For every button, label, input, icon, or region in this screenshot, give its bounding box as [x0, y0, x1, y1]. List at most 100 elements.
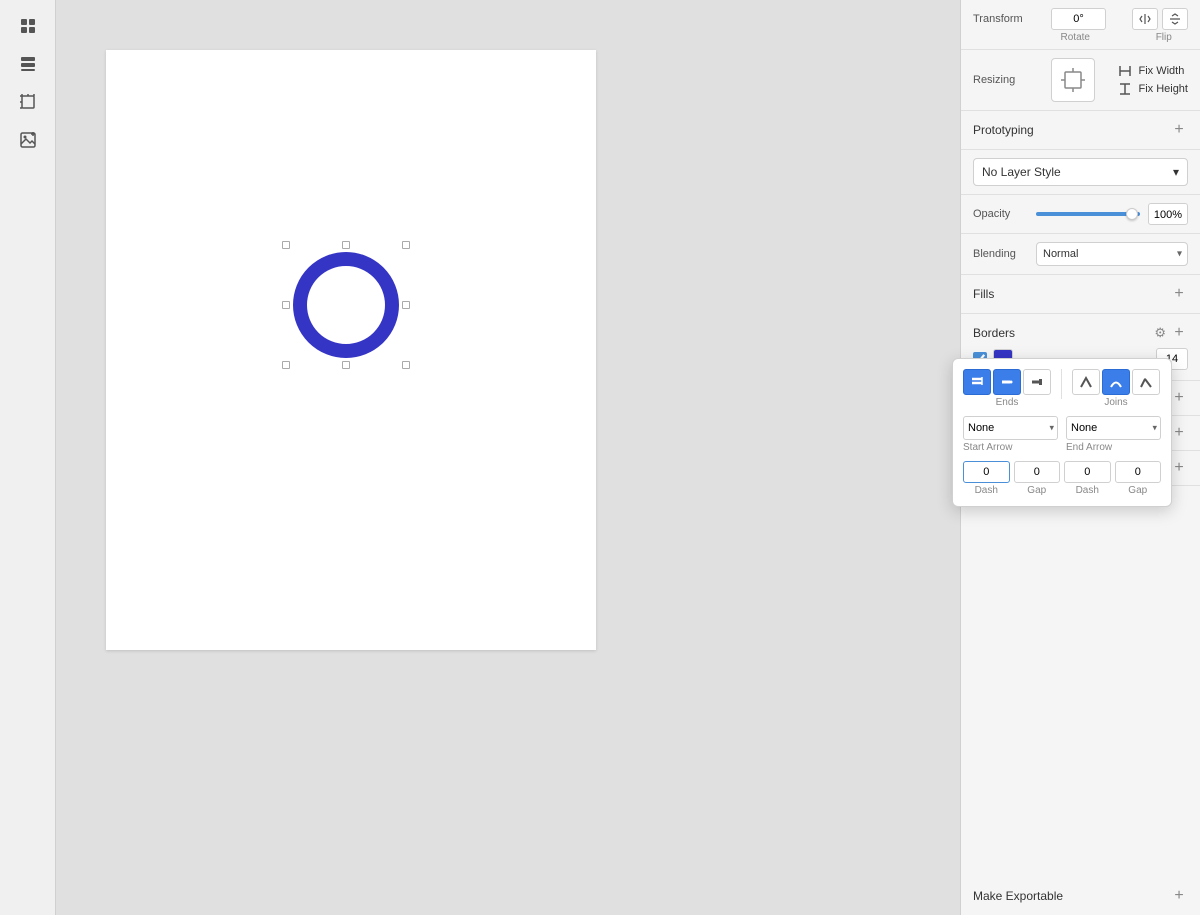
- layer-style-value: No Layer Style: [982, 165, 1061, 179]
- handle-top-left[interactable]: [282, 241, 290, 249]
- handle-bottom-right[interactable]: [402, 361, 410, 369]
- blending-select[interactable]: Normal Darken Multiply Lighten Screen Ov…: [1036, 242, 1188, 266]
- end-arrow-wrap: None Arrow Open Arrow Circle ▾: [1066, 416, 1161, 440]
- gaussian-add-button[interactable]: +: [1170, 459, 1188, 477]
- dash2-label: Dash: [1064, 485, 1111, 496]
- handle-top-center[interactable]: [342, 241, 350, 249]
- start-arrow-label: Start Arrow: [963, 442, 1058, 453]
- gap2-input[interactable]: [1115, 461, 1162, 483]
- grid-2x2-button[interactable]: [10, 8, 46, 44]
- opacity-slider[interactable]: [1036, 212, 1140, 216]
- prototyping-add-button[interactable]: +: [1170, 121, 1188, 139]
- flip-horizontal-button[interactable]: [1132, 8, 1158, 30]
- blending-label: Blending: [973, 248, 1028, 260]
- end-arrow-label: End Arrow: [1066, 442, 1161, 453]
- opacity-thumb: [1126, 208, 1138, 220]
- ends-label: Ends: [963, 397, 1051, 408]
- circle-shape[interactable]: [286, 245, 406, 365]
- round-join-button[interactable]: [1102, 369, 1130, 395]
- dash1-group: Dash: [963, 461, 1010, 496]
- gap1-label: Gap: [1014, 485, 1061, 496]
- blending-section: Blending Normal Darken Multiply Lighten …: [961, 234, 1200, 275]
- fills-title: Fills: [973, 287, 994, 301]
- layer-style-section: No Layer Style ▾: [961, 150, 1200, 195]
- handle-middle-right[interactable]: [402, 301, 410, 309]
- miter-join-button[interactable]: [1072, 369, 1100, 395]
- transform-section: Transform Rotate Flip: [961, 0, 1200, 50]
- exportable-title: Make Exportable: [973, 889, 1063, 903]
- ends-joins-container: Ends: [963, 369, 1161, 408]
- ends-group: Ends: [963, 369, 1051, 408]
- group-divider: [1061, 369, 1062, 399]
- shadows-add-button[interactable]: +: [1170, 389, 1188, 407]
- round-cap-button[interactable]: [993, 369, 1021, 395]
- borders-gear-button[interactable]: ⚙: [1154, 325, 1166, 341]
- fills-add-button[interactable]: +: [1170, 285, 1188, 303]
- bevel-join-button[interactable]: [1132, 369, 1160, 395]
- dash2-group: Dash: [1064, 461, 1111, 496]
- joins-group: Joins: [1072, 369, 1160, 408]
- dash2-input[interactable]: [1064, 461, 1111, 483]
- end-arrow-group: None Arrow Open Arrow Circle ▾ End Arrow: [1066, 416, 1161, 453]
- end-arrow-select[interactable]: None Arrow Open Arrow Circle: [1066, 416, 1161, 440]
- opacity-track: [1036, 212, 1140, 216]
- borders-title: Borders: [973, 326, 1015, 340]
- fix-width-option: Fix Width: [1118, 64, 1188, 78]
- flip-label: Flip: [1140, 32, 1189, 43]
- grid-layout-button[interactable]: [10, 46, 46, 82]
- artboard-button[interactable]: [10, 84, 46, 120]
- start-arrow-wrap: None Arrow Open Arrow Circle ▾: [963, 416, 1058, 440]
- resizing-label: Resizing: [973, 74, 1043, 86]
- fix-height-option: Fix Height: [1118, 82, 1188, 96]
- joins-label: Joins: [1072, 397, 1160, 408]
- resizing-icon: [1051, 58, 1095, 102]
- gap1-group: Gap: [1014, 461, 1061, 496]
- canvas-area[interactable]: [56, 0, 960, 915]
- dash1-input[interactable]: [963, 461, 1010, 483]
- start-arrow-select[interactable]: None Arrow Open Arrow Circle: [963, 416, 1058, 440]
- handle-top-right[interactable]: [402, 241, 410, 249]
- rotate-label: Rotate: [1051, 32, 1100, 43]
- resizing-section: Resizing Fix Width: [961, 50, 1200, 111]
- fix-height-label: Fix Height: [1138, 83, 1188, 95]
- flip-vertical-button[interactable]: [1162, 8, 1188, 30]
- prototyping-title: Prototyping: [973, 123, 1034, 137]
- opacity-section: Opacity 100%: [961, 195, 1200, 234]
- handle-middle-left[interactable]: [282, 301, 290, 309]
- artboard: [106, 50, 596, 650]
- resizing-options: Fix Width Fix Height: [1118, 64, 1188, 96]
- butt-cap-button[interactable]: [963, 369, 991, 395]
- rotate-input[interactable]: [1051, 8, 1106, 30]
- fix-width-label: Fix Width: [1138, 65, 1184, 77]
- joins-buttons: [1072, 369, 1160, 395]
- start-arrow-group: None Arrow Open Arrow Circle ▾ Start Arr…: [963, 416, 1058, 453]
- handle-bottom-center[interactable]: [342, 361, 350, 369]
- handle-bottom-left[interactable]: [282, 361, 290, 369]
- blending-select-wrap: Normal Darken Multiply Lighten Screen Ov…: [1036, 242, 1188, 266]
- exportable-section: Make Exportable +: [961, 877, 1200, 915]
- opacity-label: Opacity: [973, 208, 1028, 220]
- borders-actions: ⚙ +: [1154, 324, 1188, 342]
- ends-buttons: [963, 369, 1051, 395]
- inner-shadows-add-button[interactable]: +: [1170, 424, 1188, 442]
- borders-add-button[interactable]: +: [1170, 324, 1188, 342]
- gap2-group: Gap: [1115, 461, 1162, 496]
- gap2-label: Gap: [1115, 485, 1162, 496]
- transform-label: Transform: [973, 13, 1043, 25]
- dash-gap-row: Dash Gap Dash Gap: [963, 461, 1161, 496]
- arrow-row: None Arrow Open Arrow Circle ▾ Start Arr…: [963, 416, 1161, 453]
- exportable-add-button[interactable]: +: [1170, 887, 1188, 905]
- flip-buttons: [1132, 8, 1188, 30]
- prototyping-section: Prototyping +: [961, 111, 1200, 150]
- layer-style-chevron: ▾: [1173, 165, 1179, 179]
- gap1-input[interactable]: [1014, 461, 1061, 483]
- spacer: [961, 486, 1200, 877]
- dash1-label: Dash: [963, 485, 1010, 496]
- fills-section: Fills +: [961, 275, 1200, 314]
- left-toolbar: [0, 0, 56, 915]
- border-options-popup: Ends: [952, 358, 1172, 507]
- square-cap-button[interactable]: [1023, 369, 1051, 395]
- layer-style-dropdown[interactable]: No Layer Style ▾: [973, 158, 1188, 186]
- opacity-value: 100%: [1148, 203, 1188, 225]
- insert-image-button[interactable]: [10, 122, 46, 158]
